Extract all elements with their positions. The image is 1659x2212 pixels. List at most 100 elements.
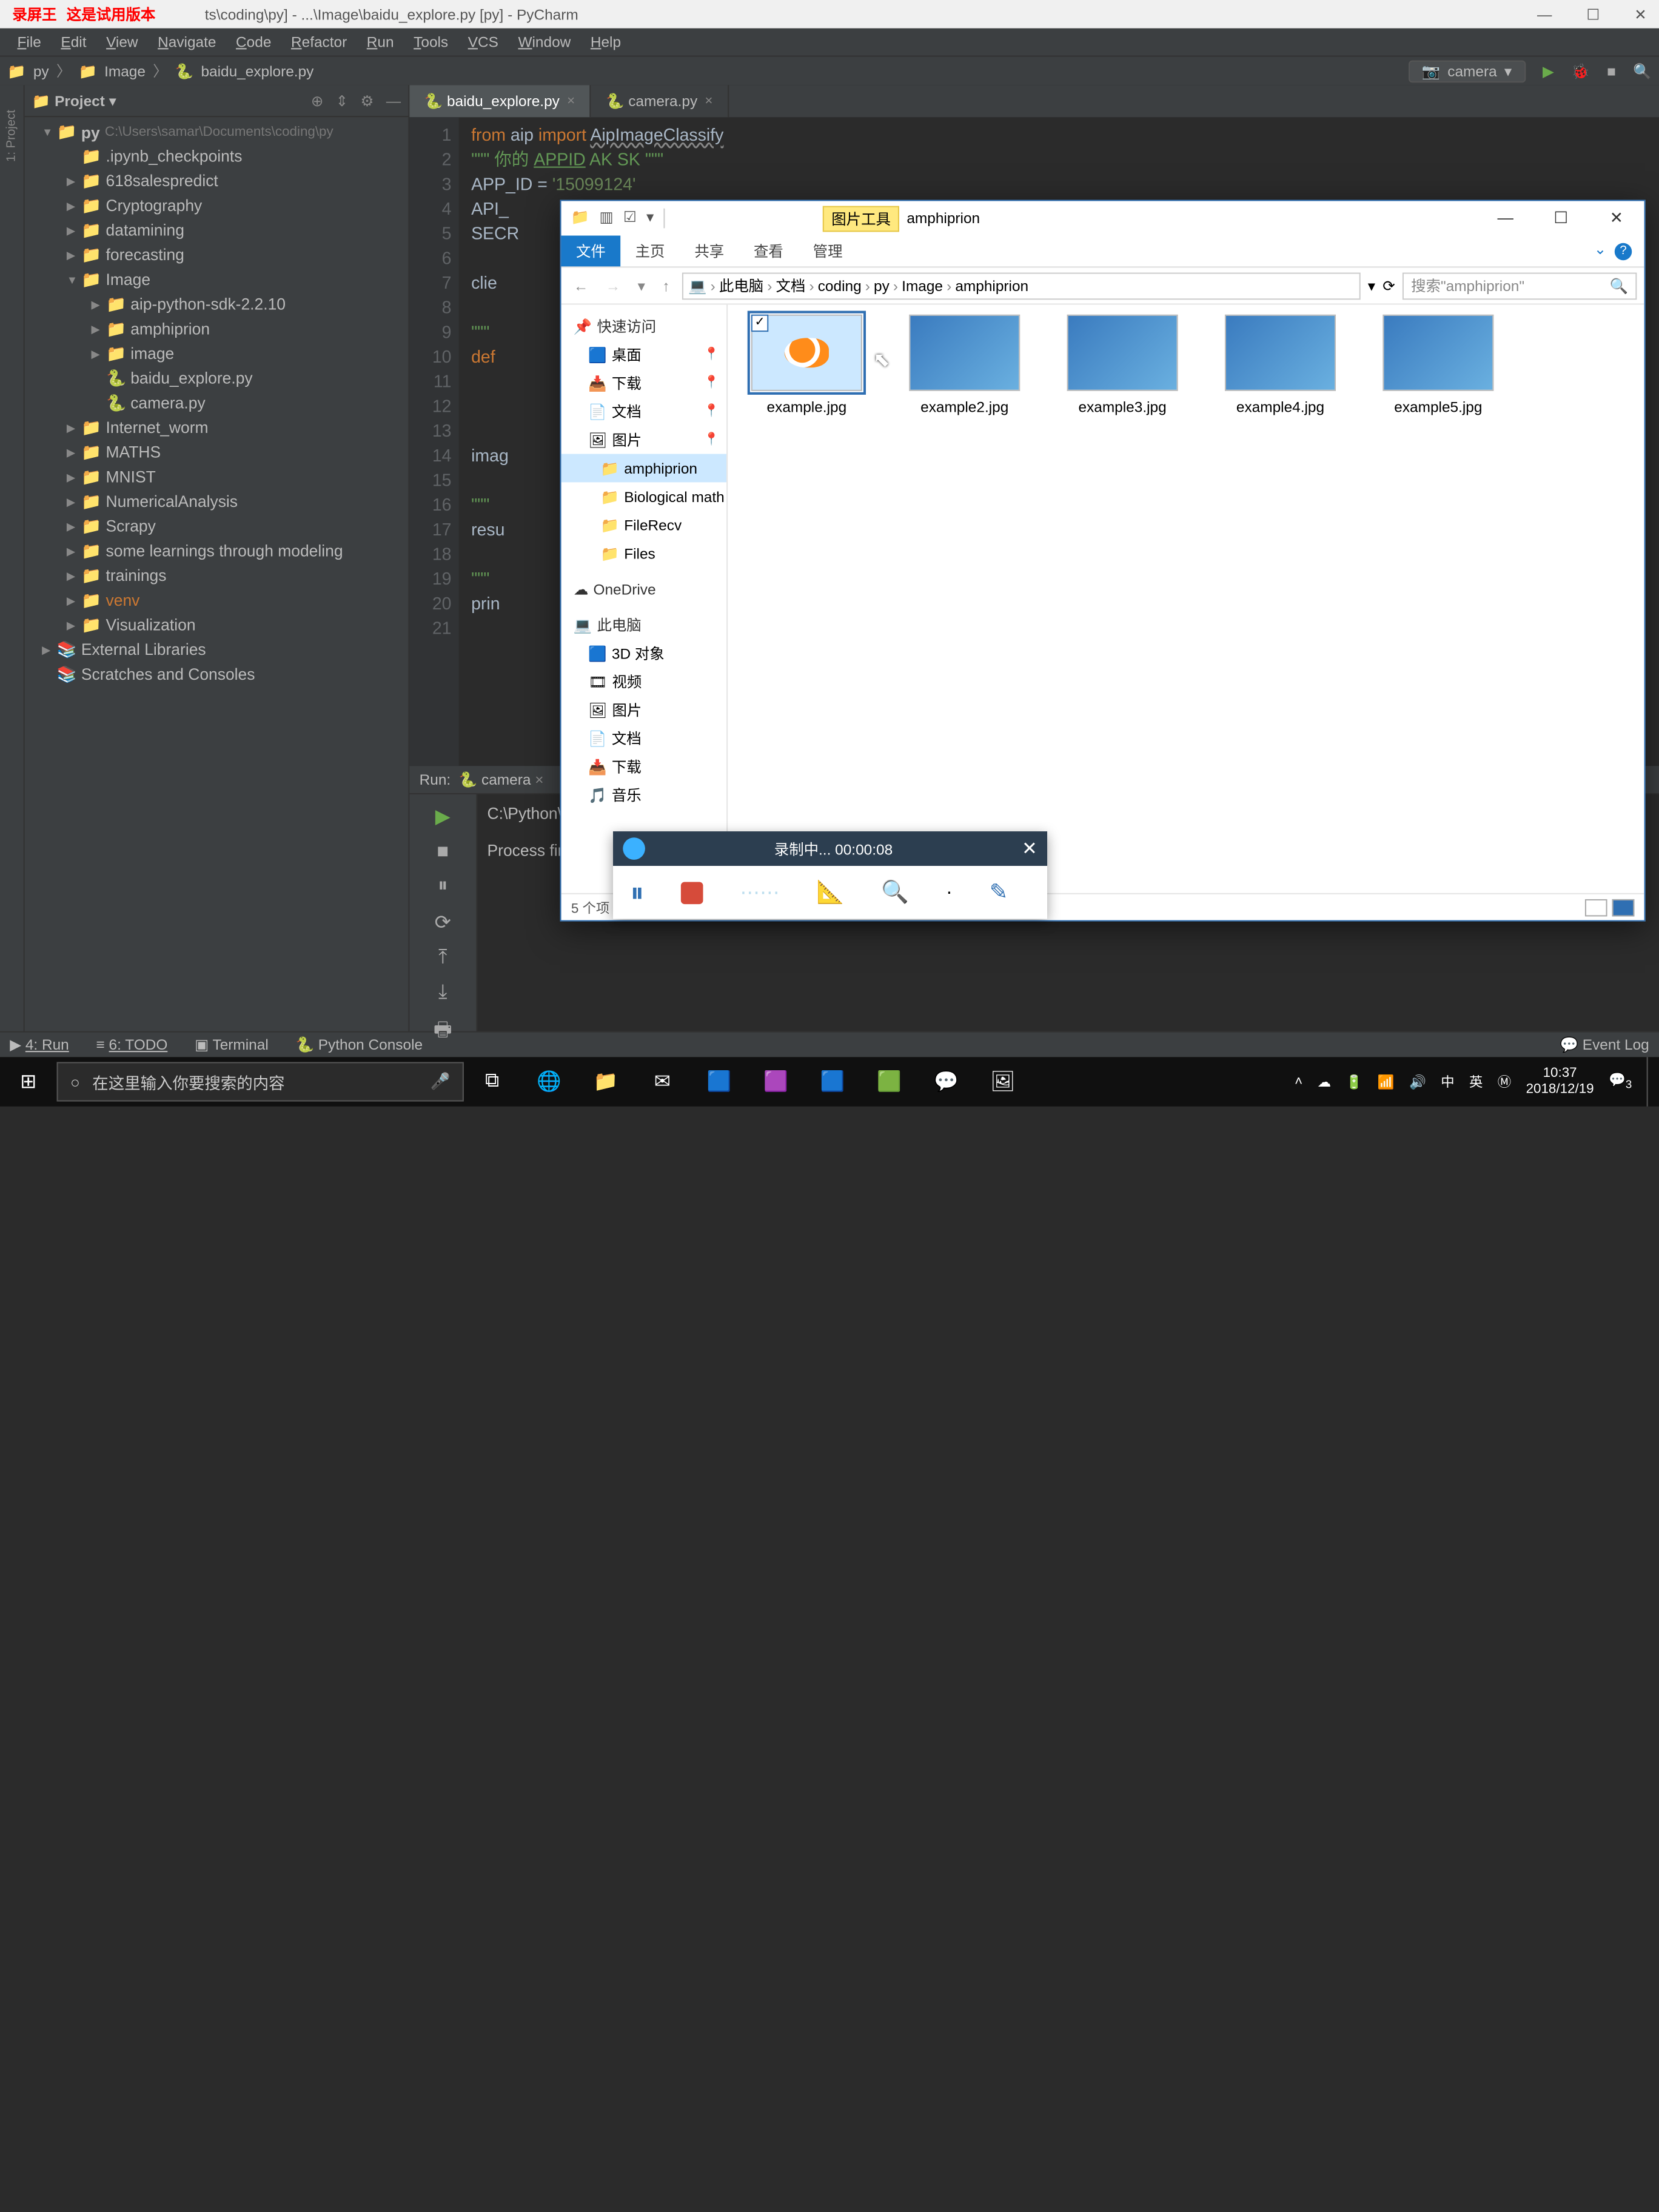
nav-biomath[interactable]: 📁 Biological math [561,482,727,511]
tree-item[interactable]: ▶📁 MNIST [25,465,409,490]
mic-icon[interactable]: 🎤 [431,1072,451,1092]
menu-vcs[interactable]: VCS [458,33,508,50]
word-icon[interactable]: 🟦 [804,1070,861,1094]
start-button[interactable]: ⊞ [0,1070,57,1094]
nav-3d[interactable]: 🟦 3D 对象 [561,639,727,668]
menu-window[interactable]: Window [508,33,580,50]
volume-icon[interactable]: 🔊 [1409,1074,1426,1090]
wechat-icon[interactable]: 💬 [917,1070,974,1094]
file-thumbnail[interactable]: ✓example.jpg [745,315,868,416]
search-everywhere-icon[interactable]: 🔍 [1633,62,1651,79]
nav-pictures2[interactable]: 🖼 图片 [561,695,727,724]
editor-tab[interactable]: 🐍 camera.py × [591,85,729,117]
tree-item[interactable]: ▶📁 trainings [25,564,409,589]
image-tools-tab[interactable]: 图片工具 [823,206,899,232]
screen-recorder-bar[interactable]: 录制中... 00:00:08 ✕ ⏸ ⋯⋯ 📐 🔍 · ✎ [613,831,1047,919]
tree-item[interactable]: ▼📁 Image [25,267,409,292]
app-icon[interactable]: 🟦 [691,1070,748,1094]
details-view-icon[interactable] [1585,899,1607,916]
ribbon-share-tab[interactable]: 共享 [680,236,739,267]
pause-button[interactable]: ⏸ [630,876,643,908]
close-icon[interactable]: × [567,94,575,109]
restart-icon[interactable]: ⟳ [435,910,451,935]
maximize-button[interactable]: ☐ [1586,5,1600,22]
breadcrumb-root[interactable]: py [33,62,49,79]
run-config-selector[interactable]: 📷 camera ▾ [1408,60,1525,82]
project-tool-button[interactable]: 1: Project [5,110,18,162]
annotation-icon[interactable]: 📐 [817,879,845,905]
run-tab-name[interactable]: camera [481,771,531,788]
stop-button[interactable] [681,881,703,903]
debug-button[interactable]: 🐞 [1571,62,1589,79]
tree-item[interactable]: ▶📁 Visualization [25,613,409,638]
collapse-icon[interactable]: ⇕ [336,92,348,109]
nav-files[interactable]: 📁 Files [561,539,727,568]
menu-tools[interactable]: Tools [404,33,458,50]
tray-chevron-icon[interactable]: ˄ [1295,1074,1302,1089]
windows-taskbar[interactable]: ⊞ ○ 在这里输入你要搜索的内容 🎤 ⧉ 🌐 📁 ✉ 🟦 🟪 🟦 🟩 💬 🖼 ˄… [0,1057,1659,1106]
tree-item[interactable]: ▶📚 External Libraries [25,638,409,663]
tree-item[interactable]: ▶📁 venv [25,588,409,613]
locate-icon[interactable]: ⊕ [311,92,323,109]
taskbar-search[interactable]: ○ 在这里输入你要搜索的内容 🎤 [57,1062,464,1101]
path-dropdown-icon[interactable]: ▾ [1368,277,1375,294]
onedrive-tray-icon[interactable]: ☁ [1318,1074,1331,1090]
wifi-icon[interactable]: 📶 [1378,1074,1395,1090]
settings-icon[interactable]: ⚙ [360,92,374,109]
minimize-button[interactable]: — [1478,209,1533,229]
menu-run[interactable]: Run [357,33,404,50]
zoom-icon[interactable]: 🔍 [881,879,909,905]
nav-desktop[interactable]: 🟦 桌面📍 [561,340,727,369]
ime-icon[interactable]: Ⓜ [1498,1072,1511,1092]
tree-item[interactable]: ▶📁 amphiprion [25,317,409,342]
explorer-search-input[interactable]: 搜索"amphiprion" 🔍 [1403,272,1637,300]
clock[interactable]: 10:372018/12/19 [1526,1066,1594,1098]
terminal-tool-button[interactable]: ▣ Terminal [195,1036,269,1053]
file-thumbnail[interactable]: example5.jpg [1376,315,1500,416]
close-button[interactable]: ✕ [1589,209,1644,229]
recent-dropdown[interactable]: ▾ [633,277,651,294]
pause-icon[interactable]: ⏸ [438,876,447,898]
menu-help[interactable]: Help [581,33,631,50]
nav-pictures[interactable]: 🖼 图片📍 [561,426,727,454]
todo-tool-button[interactable]: ≡ 6: TODO [96,1036,168,1053]
pen-icon[interactable]: ✎ [990,879,1008,905]
tree-item[interactable]: 🐍 camera.py [25,391,409,416]
stop-button[interactable]: ■ [1607,62,1616,79]
nav-downloads[interactable]: 📥 下载📍 [561,369,727,397]
menu-navigate[interactable]: Navigate [148,33,226,50]
breadcrumb-folder[interactable]: Image [104,62,146,79]
close-icon[interactable]: × [535,771,543,788]
tree-item[interactable]: ▶📁 aip-python-sdk-2.2.10 [25,292,409,317]
nav-videos[interactable]: 🎞 视频 [561,668,727,696]
path-segment[interactable]: amphiprion [955,277,1028,294]
editor-tab[interactable]: 🐍 baidu_explore.py × [409,85,591,117]
qat-dropdown-icon[interactable]: ▾ [646,209,654,229]
chrome-icon[interactable]: 🌐 [520,1070,577,1094]
explorer-nav-pane[interactable]: 📌 快速访问 🟦 桌面📍 📥 下载📍 📄 文档📍 🖼 图片📍 📁 amphipr… [561,304,728,893]
app-icon[interactable]: 🖼 [974,1070,1031,1094]
run-button[interactable]: ▶ [1543,62,1554,79]
qat-icon[interactable]: ▥ [600,209,614,229]
explorer-file-list[interactable]: ✓example.jpgexample2.jpgexample3.jpgexam… [728,304,1644,893]
explorer-titlebar[interactable]: 📁 ▥ ☑ ▾ 图片工具 amphiprion — ☐ ✕ [561,201,1644,236]
event-log-button[interactable]: 💬 Event Log [1560,1036,1649,1053]
file-thumbnail[interactable]: example3.jpg [1061,315,1184,416]
menu-file[interactable]: File [7,33,51,50]
tree-item[interactable]: 📁 .ipynb_checkpoints [25,144,409,169]
forward-button[interactable]: → [601,277,626,294]
address-path[interactable]: 💻 › 此电脑 › 文档 › coding › py › Image › amp… [682,272,1361,300]
pycharm-icon[interactable]: 🟩 [861,1070,918,1094]
tree-item[interactable]: ▶📁 Scrapy [25,514,409,539]
refresh-icon[interactable]: ⟳ [1382,277,1395,294]
up-icon[interactable]: ⤒ [438,947,447,970]
close-icon[interactable]: ✕ [1022,837,1037,860]
python-console-button[interactable]: 🐍 Python Console [296,1036,423,1053]
notifications-icon[interactable]: 💬3 [1609,1073,1632,1091]
quick-access[interactable]: 📌 快速访问 [561,312,727,341]
show-desktop-button[interactable] [1647,1057,1654,1106]
tree-root[interactable]: ▼📁 pyC:\Users\samar\Documents\coding\py [25,119,409,144]
ime-indicator[interactable]: 英 [1469,1072,1483,1092]
down-icon[interactable]: ⤓ [438,982,447,1004]
ribbon-view-tab[interactable]: 查看 [739,236,799,267]
